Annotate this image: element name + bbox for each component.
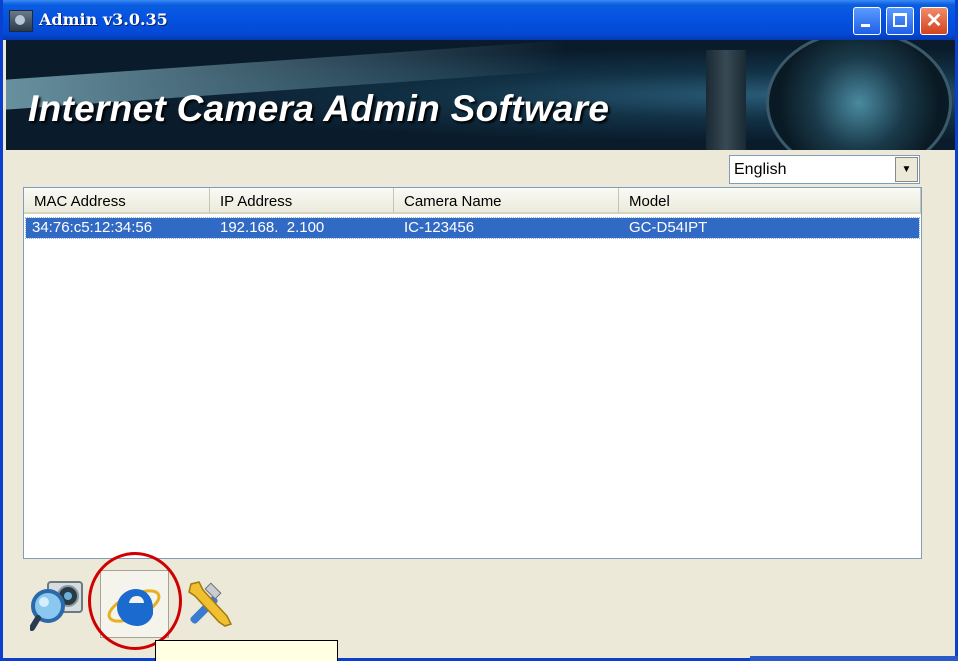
cell-camera-name: IC-123456 xyxy=(404,219,475,236)
table-row[interactable]: 34:76:c5:12:34:56 192.168. 2.100 IC-1234… xyxy=(25,217,920,239)
camera-list[interactable]: MAC Address IP Address Camera Name Model… xyxy=(23,187,922,559)
language-select-value: English xyxy=(734,161,787,178)
window-title: Admin v3.0.35 xyxy=(39,10,168,29)
banner-camera-body xyxy=(706,50,746,150)
cell-mac: 34:76:c5:12:34:56 xyxy=(32,219,153,236)
column-header-ip[interactable]: IP Address xyxy=(210,188,394,214)
list-header: MAC Address IP Address Camera Name Model xyxy=(24,188,921,214)
taskbar-strip xyxy=(750,656,958,661)
banner: Internet Camera Admin Software xyxy=(6,40,955,150)
dropdown-arrow-icon[interactable]: ▼ xyxy=(895,157,918,182)
camera-app-icon[interactable] xyxy=(9,10,33,32)
language-select[interactable]: English ▼ xyxy=(729,155,920,184)
column-header-camera-name[interactable]: Camera Name xyxy=(394,188,619,214)
highlight-circle xyxy=(88,552,182,650)
maximize-button[interactable] xyxy=(886,7,914,35)
cell-model: GC-D54IPT xyxy=(629,219,708,236)
tooltip xyxy=(155,640,338,661)
column-header-model[interactable]: Model xyxy=(619,188,921,214)
banner-camera-lens xyxy=(766,40,952,150)
title-bar[interactable]: Admin v3.0.35 ✕ xyxy=(3,0,955,40)
banner-title: Internet Camera Admin Software xyxy=(28,88,610,129)
minimize-button[interactable] xyxy=(853,7,881,35)
search-camera-icon[interactable] xyxy=(30,576,88,634)
close-icon: ✕ xyxy=(925,10,943,32)
close-button[interactable]: ✕ xyxy=(920,7,948,35)
column-header-mac[interactable]: MAC Address xyxy=(24,188,210,214)
admin-window: Admin v3.0.35 ✕ Internet Camera Admin So… xyxy=(0,0,958,661)
tools-icon[interactable] xyxy=(179,576,237,634)
cell-ip: 192.168. 2.100 xyxy=(220,219,325,236)
